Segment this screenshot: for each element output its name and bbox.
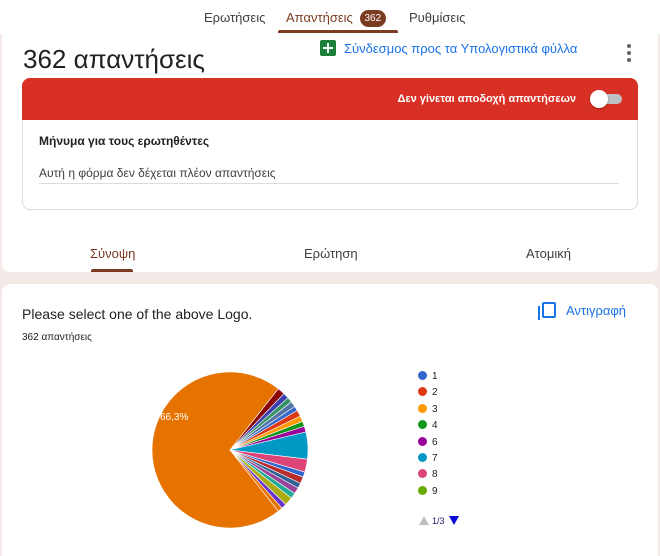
question-response-count: 362 απαντήσεις — [22, 332, 92, 343]
active-tab-indicator — [278, 30, 398, 33]
sheets-icon — [320, 40, 336, 56]
respondent-message-box: Μήνυμα για τους ερωτηθέντες — [22, 120, 638, 210]
chart-legend: 1 2 3 4 6 7 8 9 — [418, 371, 438, 502]
legend-item: 3 — [418, 403, 438, 420]
legend-label: 8 — [432, 469, 438, 481]
legend-item: 2 — [418, 387, 438, 403]
legend-item: 8 — [418, 469, 438, 485]
responses-summary-card: 362 απαντήσεις Σύνδεσμος προς τα Υπολογι… — [2, 34, 658, 272]
legend-swatch — [418, 469, 427, 479]
legend-swatch — [418, 452, 427, 462]
legend-item: 7 — [418, 452, 438, 469]
legend-swatch — [418, 403, 427, 413]
legend-swatch — [418, 387, 427, 397]
subtab-question[interactable]: Ερώτηση — [304, 246, 358, 261]
top-navigation: Ερωτήσεις Απαντήσεις 362 Ρυθμίσεις — [0, 0, 660, 34]
legend-label: 9 — [432, 485, 438, 497]
respondent-message-input[interactable] — [39, 162, 619, 184]
legend-label: 1 — [432, 371, 438, 382]
question-title: Please select one of the above Logo. — [22, 306, 253, 322]
legend-swatch — [418, 436, 427, 446]
legend-swatch — [418, 485, 427, 495]
copy-chart-button[interactable]: Αντιγραφή — [538, 302, 627, 320]
tab-settings[interactable]: Ρυθμίσεις — [409, 10, 465, 25]
legend-item: 6 — [418, 436, 438, 453]
legend-item: 4 — [418, 420, 438, 436]
responses-count-title: 362 απαντήσεις — [23, 44, 205, 74]
legend-pager: 1/3 — [419, 516, 459, 526]
subtab-summary[interactable]: Σύνοψη — [90, 246, 135, 261]
link-to-sheets-label: Σύνδεσμος προς τα Υπολογιστικά φύλλα — [344, 41, 578, 56]
accepting-responses-toggle[interactable] — [590, 90, 622, 108]
tab-responses-label: Απαντήσεις — [286, 10, 353, 25]
active-subtab-indicator — [91, 269, 133, 272]
toggle-knob — [590, 90, 608, 108]
legend-label: 7 — [432, 452, 438, 464]
legend-page-indicator: 1/3 — [432, 516, 445, 526]
copy-chart-label: Αντιγραφή — [566, 303, 627, 318]
more-options-icon[interactable] — [620, 42, 638, 64]
subtab-individual[interactable]: Ατομική — [526, 246, 571, 261]
legend-label: 3 — [432, 403, 438, 415]
legend-prev-page-icon[interactable] — [419, 516, 429, 525]
responses-count-badge: 362 — [359, 10, 386, 27]
legend-label: 6 — [432, 436, 438, 448]
pie-slice-label: 66,3% — [160, 412, 188, 423]
link-to-sheets-button[interactable]: Σύνδεσμος προς τα Υπολογιστικά φύλλα — [320, 40, 577, 56]
legend-item: 1 — [418, 371, 438, 387]
legend-item: 9 — [418, 485, 438, 502]
not-accepting-banner: Δεν γίνεται αποδοχή απαντήσεων — [22, 78, 638, 120]
accepting-responses-label: Δεν γίνεται αποδοχή απαντήσεων — [397, 93, 576, 105]
question-summary-card: Please select one of the above Logo. 362… — [2, 284, 658, 556]
tab-questions[interactable]: Ερωτήσεις — [204, 10, 265, 25]
responses-pie-chart: 66,3% — [151, 371, 309, 529]
legend-swatch — [418, 420, 427, 430]
copy-icon — [538, 302, 556, 320]
legend-label: 4 — [432, 420, 438, 432]
legend-swatch — [418, 371, 427, 380]
respondent-message-label: Μήνυμα για τους ερωτηθέντες — [39, 134, 210, 148]
legend-next-page-icon[interactable] — [448, 516, 459, 525]
legend-label: 2 — [432, 387, 438, 399]
tab-responses[interactable]: Απαντήσεις 362 — [286, 10, 386, 27]
